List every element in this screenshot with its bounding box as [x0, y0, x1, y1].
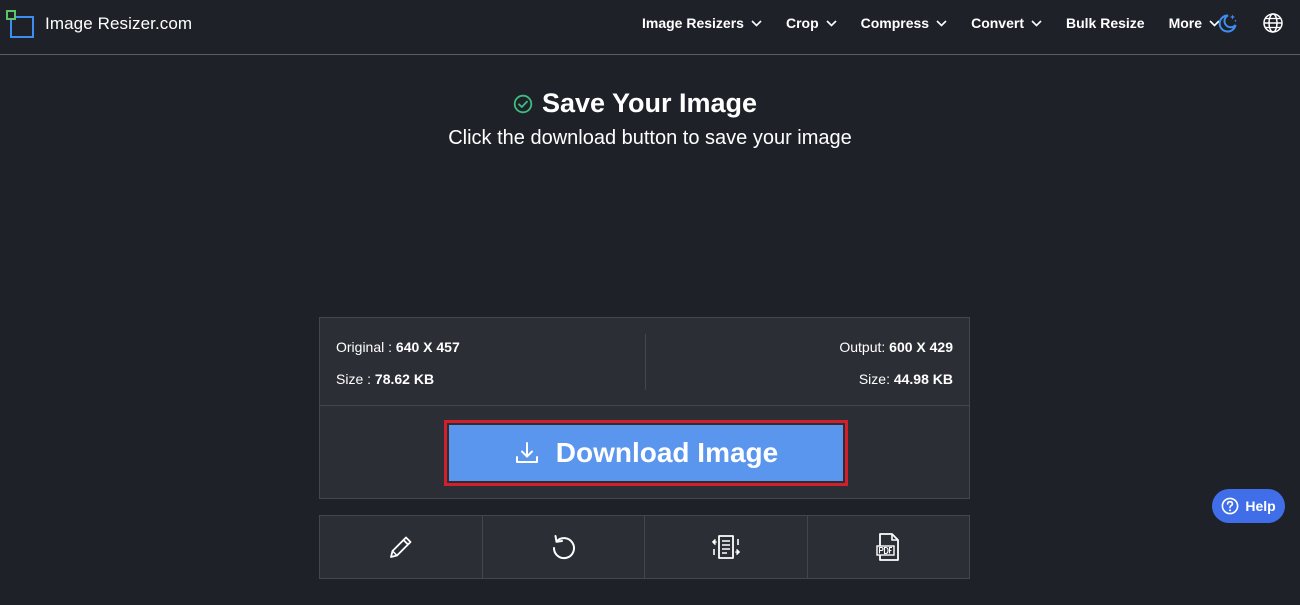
site-logo[interactable]: Image Resizer.com [6, 10, 192, 38]
start-over-button[interactable] [483, 516, 645, 578]
edit-pencil-icon [389, 536, 412, 558]
output-dimensions: Output: 600 X 429 [839, 339, 953, 355]
globe-icon[interactable] [1262, 12, 1284, 34]
original-size: Size : 78.62 KB [336, 371, 434, 387]
download-image-label: Download Image [555, 437, 779, 468]
page-subtitle: Click the download button to save your i… [448, 127, 852, 149]
chevron-down-icon [826, 19, 837, 27]
chevron-down-icon [1031, 19, 1042, 27]
output-size-label: Size: [858, 371, 894, 387]
check-circle-icon [513, 94, 533, 113]
original-size-label: Size : [336, 371, 375, 387]
title-row: Save Your Image [0, 88, 1300, 119]
site-name: Image Resizer.com [45, 14, 193, 33]
question-circle-icon [1221, 497, 1239, 515]
theme-toggle-icon[interactable] [1216, 12, 1238, 34]
nav-crop[interactable]: Crop [786, 15, 837, 31]
nav-compress-label: Compress [860, 15, 930, 31]
tools-bar [319, 515, 970, 579]
nav-image-resizers-label: Image Resizers [642, 15, 744, 31]
chevron-down-icon [751, 19, 762, 27]
undo-icon [553, 535, 576, 560]
help-button[interactable]: Help [1212, 489, 1285, 523]
download-icon [515, 442, 538, 463]
download-highlight: Download Image [444, 420, 848, 486]
save-as-pdf-button[interactable] [808, 516, 970, 578]
output-value: 600 X 429 [889, 339, 953, 355]
output-size: Size: 44.98 KB [859, 371, 953, 387]
site-header: Image Resizer.com Image Resizers Crop Co… [0, 0, 1300, 55]
logo-mark-icon [6, 10, 34, 38]
edit-button[interactable] [320, 516, 483, 578]
compress-document-icon [711, 535, 740, 559]
nav-bulk-resize-label: Bulk Resize [1066, 15, 1145, 31]
nav-crop-label: Crop [785, 15, 819, 31]
nav-convert-label: Convert [971, 15, 1024, 31]
output-label: Output: [839, 339, 890, 355]
result-card: Original : 640 X 457 Size : 78.62 KB Out… [319, 317, 970, 499]
nav-more-label: More [1168, 15, 1203, 31]
original-size-value: 78.62 KB [374, 371, 435, 387]
page-title: Save Your Image [541, 88, 758, 118]
original-dimensions: Original : 640 X 457 [336, 339, 460, 355]
pdf-file-icon [876, 533, 900, 561]
output-size-value: 44.98 KB [893, 371, 953, 387]
image-info: Original : 640 X 457 Size : 78.62 KB Out… [320, 318, 969, 406]
compress-button[interactable] [645, 516, 808, 578]
download-image-button[interactable]: Download Image [449, 425, 843, 481]
original-value: 640 X 457 [395, 339, 460, 355]
nav-more[interactable]: More [1169, 15, 1220, 31]
original-label: Original : [336, 339, 396, 355]
nav-compress[interactable]: Compress [861, 15, 947, 31]
info-divider [645, 334, 646, 390]
nav-convert[interactable]: Convert [971, 15, 1042, 31]
nav-image-resizers[interactable]: Image Resizers [642, 15, 762, 31]
chevron-down-icon [936, 19, 947, 27]
main-nav: Image Resizers Crop Compress Convert Bul… [642, 0, 1244, 46]
nav-bulk-resize[interactable]: Bulk Resize [1066, 15, 1145, 31]
help-label: Help [1245, 498, 1276, 514]
